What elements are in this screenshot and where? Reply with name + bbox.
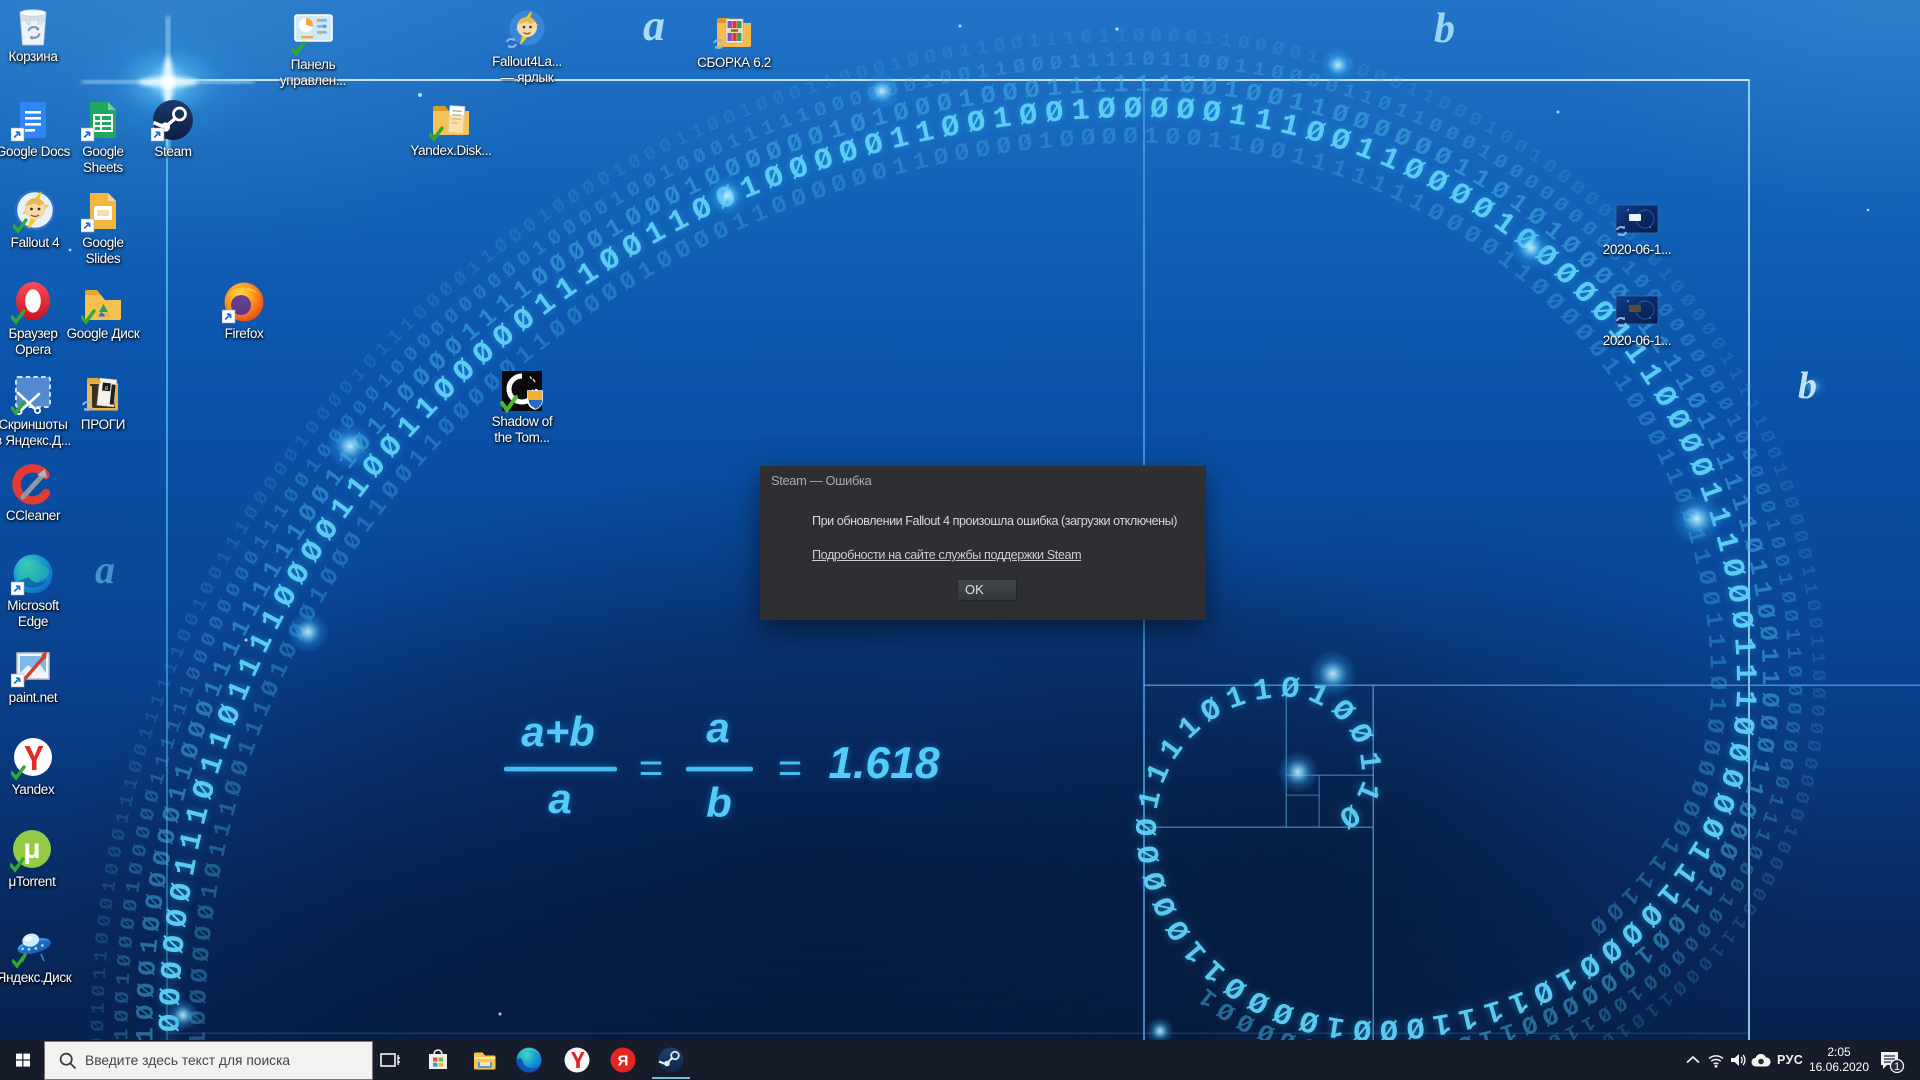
svg-text:b: b (1798, 365, 1817, 407)
svg-text:Я: Я (618, 1053, 629, 1070)
svg-text:1: 1 (1894, 1061, 1900, 1073)
svg-text:a: a (643, 1, 665, 50)
svg-text:b: b (1434, 6, 1455, 52)
svg-text:a: a (95, 547, 115, 592)
svg-text:μ: μ (23, 833, 40, 864)
svg-text:a: a (548, 775, 571, 822)
svg-text:=: = (639, 744, 664, 791)
svg-text:=: = (778, 744, 803, 791)
svg-text:a+b: a+b (521, 708, 595, 755)
svg-text:1.618: 1.618 (828, 739, 940, 788)
svg-text:b: b (706, 779, 732, 826)
svg-text:a: a (706, 704, 729, 751)
